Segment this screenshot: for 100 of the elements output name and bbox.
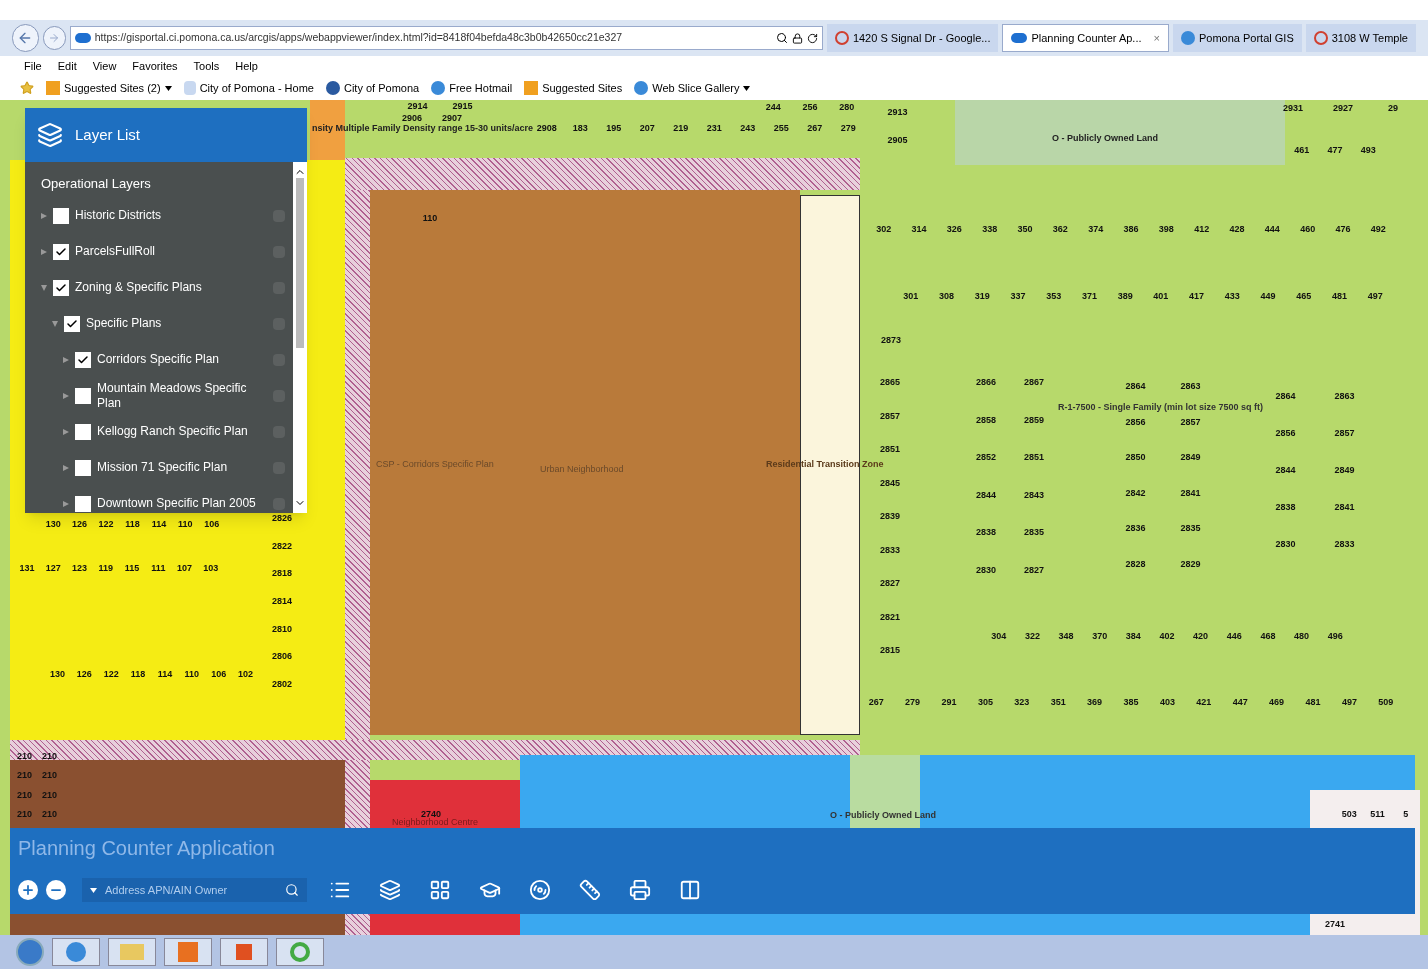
tab-title: Planning Counter Ap... [1031, 30, 1142, 46]
parcel-number: 2827 [1023, 563, 1045, 576]
menu-item[interactable]: File [24, 57, 42, 75]
expand-arrow-icon[interactable] [41, 248, 47, 255]
ruler-icon[interactable] [579, 879, 601, 901]
tab-title: 1420 S Signal Dr - Google... [852, 30, 991, 46]
checkbox[interactable] [75, 459, 91, 476]
expand-arrow-icon[interactable] [63, 428, 69, 435]
parcel-number: 2830 [1274, 538, 1297, 550]
parcel-number: 386 [1122, 223, 1140, 235]
parcel-number: 449 [1259, 290, 1277, 302]
parcel-number: 468 [1259, 630, 1277, 642]
layer-label[interactable]: ParcelsFullRoll [75, 244, 265, 259]
checkbox[interactable] [53, 279, 69, 296]
parcel-number: 210 [16, 808, 33, 820]
layer-label[interactable]: Specific Plans [86, 316, 265, 331]
layer-label[interactable]: Zoning & Specific Plans [75, 280, 265, 295]
expand-arrow-icon[interactable] [63, 392, 69, 399]
search-icon[interactable] [775, 32, 788, 44]
browser-tab[interactable]: 3108 W Temple [1305, 24, 1416, 52]
menu-item[interactable]: Favorites [132, 57, 178, 75]
checkbox[interactable] [75, 423, 91, 440]
layer-label[interactable]: Mountain Meadows Specific Plan [97, 380, 265, 411]
expand-arrow-icon[interactable] [41, 212, 47, 219]
menu-item[interactable]: View [92, 57, 117, 75]
expand-arrow-icon[interactable] [52, 320, 58, 327]
favorites-link[interactable]: Free Hotmail [449, 79, 513, 97]
parcel-number: 2845 [879, 476, 901, 489]
refresh-icon[interactable] [806, 32, 818, 44]
favorites-link[interactable]: Suggested Sites [542, 79, 623, 97]
parcel-number: 267 [867, 696, 885, 708]
checkbox[interactable] [75, 351, 91, 368]
check-icon [55, 245, 67, 258]
layer-label[interactable]: Historic Districts [75, 208, 265, 223]
layer-label[interactable]: Kellogg Ranch Specific Plan [97, 424, 265, 439]
checkbox[interactable] [53, 207, 69, 224]
expand-arrow-icon[interactable] [41, 284, 47, 291]
checkbox[interactable] [53, 243, 69, 260]
parcel-number: 371 [1080, 290, 1098, 302]
layer-label[interactable]: Corridors Specific Plan [97, 352, 265, 367]
parcel-number: 496 [1326, 630, 1344, 642]
parcel-number: 210 [41, 750, 58, 762]
check-icon [77, 353, 89, 366]
address-bar[interactable]: https://gisportal.ci.pomona.ca.us/arcgis/apps/webappviewer/index.html?id=8418f04befda48c3b0b42650cc21e327 [69, 26, 823, 50]
favorites-star-icon[interactable] [20, 81, 34, 95]
parcel-number: 2841 [1179, 486, 1202, 499]
parcel-number: 389 [1116, 290, 1134, 302]
parcel-number: 118 [129, 668, 147, 680]
back-button[interactable] [12, 24, 39, 52]
parcel-number: 403 [1158, 696, 1176, 708]
grid-icon[interactable] [429, 879, 451, 901]
parcel-number: 497 [1366, 290, 1384, 302]
scrollbar[interactable] [293, 162, 307, 513]
search-field[interactable]: Address APN/AIN Owner [82, 878, 307, 902]
zone-label: R-1-7500 - Single Family (min lot size 7500 sq ft) [1058, 401, 1264, 414]
browser-tab[interactable]: 1420 S Signal Dr - Google... [826, 24, 999, 52]
browser-tab[interactable]: Pomona Portal GIS [1172, 24, 1302, 52]
parcel-number: 476 [1334, 223, 1352, 235]
parcel-number: 244 [764, 101, 782, 113]
parcel-number: 465 [1295, 290, 1313, 302]
browser-tab[interactable]: Planning Counter Ap... × [1002, 24, 1169, 52]
favorites-link[interactable]: City of Pomona - Home [199, 79, 314, 97]
menu-item[interactable]: Help [235, 57, 258, 75]
checkbox[interactable] [75, 387, 91, 404]
search-input[interactable]: Address APN/AIN Owner [105, 881, 277, 899]
zoom-in-button[interactable] [18, 880, 38, 900]
expand-arrow-icon[interactable] [63, 356, 69, 363]
split-view-icon[interactable] [679, 879, 701, 901]
parcel-number: 337 [1009, 290, 1027, 302]
checkbox[interactable] [64, 315, 80, 332]
favorites-link[interactable]: Web Slice Gallery [652, 79, 751, 97]
favorites-link[interactable]: Suggested Sites (2) [64, 79, 172, 97]
parcel-number: 210 [16, 788, 33, 801]
layers-icon[interactable] [379, 879, 401, 901]
parcel-number: 305 [976, 696, 994, 708]
parcel-number: 2835 [1023, 526, 1045, 539]
dropdown-caret-icon[interactable] [743, 85, 751, 91]
forward-button[interactable] [42, 26, 66, 50]
parcel-number: 2906 [401, 112, 423, 124]
parcel-number: 428 [1228, 223, 1246, 235]
dropdown-caret-icon[interactable] [90, 887, 97, 893]
parcel-number: 210 [16, 769, 33, 782]
expand-arrow-icon[interactable] [63, 464, 69, 471]
menu-item[interactable]: Tools [193, 57, 220, 75]
layer-label[interactable]: Downtown Specific Plan 2005 [97, 496, 265, 511]
parcel-number: 2844 [975, 488, 997, 501]
parcel-number: 374 [1087, 223, 1105, 235]
favorites-link[interactable]: City of Pomona [343, 79, 420, 97]
search-icon[interactable] [285, 883, 299, 897]
zoom-out-button[interactable] [46, 880, 66, 900]
print-icon[interactable] [629, 879, 651, 901]
plus-icon [21, 883, 35, 897]
checkbox[interactable] [75, 495, 91, 512]
close-icon[interactable]: × [1153, 29, 1160, 47]
layer-label[interactable]: Mission 71 Specific Plan [97, 460, 265, 475]
menu-item[interactable]: Edit [57, 57, 77, 75]
dropdown-caret-icon[interactable] [164, 85, 172, 91]
map[interactable] [0, 100, 1428, 935]
expand-arrow-icon[interactable] [63, 500, 69, 507]
disc-icon[interactable] [529, 879, 551, 901]
